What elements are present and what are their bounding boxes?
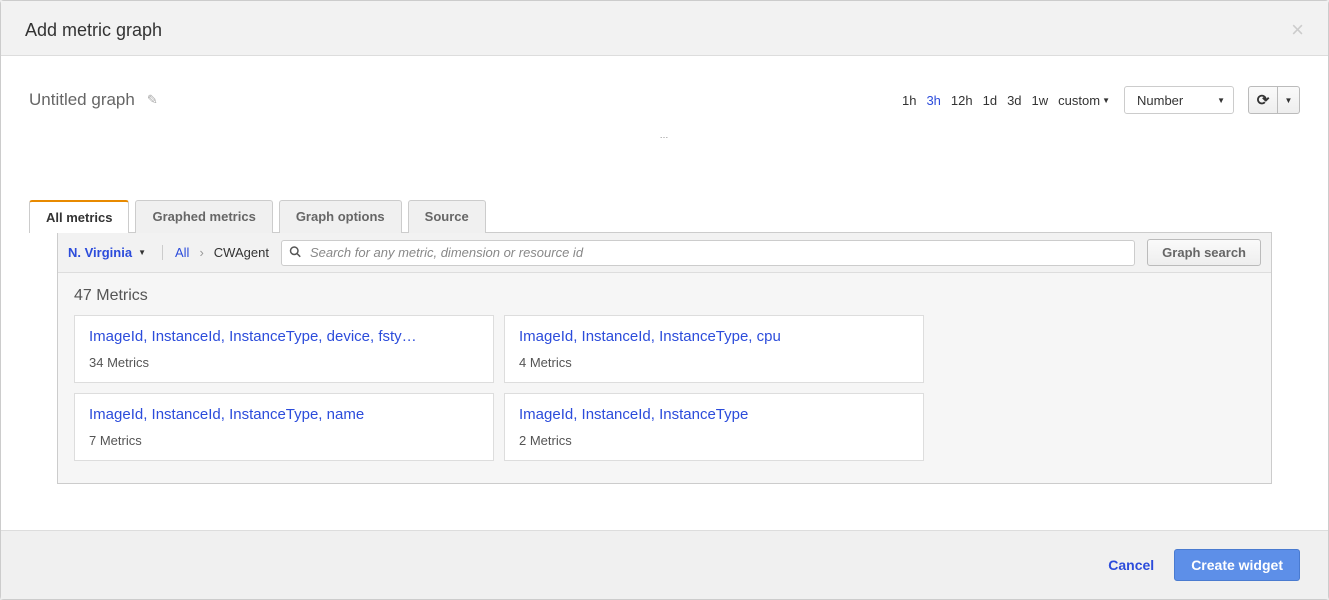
refresh-button-group: ⟳ ▼ (1248, 86, 1300, 114)
metric-card[interactable]: ImageId, InstanceId, InstanceType, cpu 4… (504, 315, 924, 383)
filter-bar: N. Virginia ▼ All › CWAgent Graph (58, 233, 1271, 273)
search-input[interactable] (281, 240, 1135, 266)
search-wrap (281, 240, 1135, 266)
custom-label: custom (1058, 93, 1100, 108)
time-range-1h[interactable]: 1h (902, 93, 916, 108)
resize-handle-icon[interactable]: … (1, 130, 1328, 140)
modal-footer: Cancel Create widget (1, 530, 1328, 599)
graph-title-area: Untitled graph ✎ (29, 90, 158, 110)
graph-title: Untitled graph (29, 90, 135, 110)
metric-card-title: ImageId, InstanceId, InstanceType, name (89, 406, 479, 423)
metric-card-count: 34 Metrics (89, 355, 479, 370)
create-widget-button[interactable]: Create widget (1174, 549, 1300, 581)
chart-type-select[interactable]: Number ▼ (1124, 86, 1234, 114)
pencil-icon[interactable]: ✎ (147, 92, 158, 108)
refresh-button[interactable]: ⟳ (1248, 86, 1278, 114)
tabs-container: All metrics Graphed metrics Graph option… (1, 200, 1328, 484)
refresh-icon: ⟳ (1257, 91, 1270, 109)
graph-header: Untitled graph ✎ 1h 3h 12h 1d 3d 1w cust… (1, 56, 1328, 130)
time-range-1d[interactable]: 1d (983, 93, 997, 108)
breadcrumb: All › CWAgent (175, 245, 269, 260)
chevron-right-icon: › (199, 245, 203, 260)
metric-card-title: ImageId, InstanceId, InstanceType, devic… (89, 328, 479, 345)
metric-cards: ImageId, InstanceId, InstanceType, devic… (74, 315, 1255, 461)
region-label: N. Virginia (68, 245, 132, 260)
time-range-custom[interactable]: custom ▼ (1058, 93, 1110, 108)
modal-title: Add metric graph (25, 20, 162, 41)
tab-all-metrics[interactable]: All metrics (29, 200, 129, 233)
time-ranges: 1h 3h 12h 1d 3d 1w custom ▼ (902, 93, 1110, 108)
tabs: All metrics Graphed metrics Graph option… (29, 200, 1300, 233)
refresh-options-button[interactable]: ▼ (1278, 86, 1300, 114)
metric-card[interactable]: ImageId, InstanceId, InstanceType 2 Metr… (504, 393, 924, 461)
metric-card-title: ImageId, InstanceId, InstanceType, cpu (519, 328, 909, 345)
time-range-3h[interactable]: 3h (926, 93, 940, 108)
metrics-panel: N. Virginia ▼ All › CWAgent Graph (57, 232, 1272, 484)
metric-card-title: ImageId, InstanceId, InstanceType (519, 406, 909, 423)
caret-down-icon: ▼ (1217, 96, 1225, 105)
metric-card[interactable]: ImageId, InstanceId, InstanceType, devic… (74, 315, 494, 383)
breadcrumb-root[interactable]: All (175, 245, 189, 260)
cancel-button[interactable]: Cancel (1108, 557, 1154, 573)
caret-down-icon: ▼ (1102, 96, 1110, 105)
tab-source[interactable]: Source (408, 200, 486, 233)
modal-add-metric-graph: Add metric graph × Untitled graph ✎ 1h 3… (0, 0, 1329, 600)
graph-controls: 1h 3h 12h 1d 3d 1w custom ▼ Number ▼ (902, 86, 1300, 114)
tab-graphed-metrics[interactable]: Graphed metrics (135, 200, 272, 233)
search-icon (289, 245, 301, 260)
chevron-down-icon: ▼ (138, 248, 146, 257)
metric-card-count: 4 Metrics (519, 355, 909, 370)
metrics-count: 47 Metrics (74, 287, 1255, 305)
metrics-body: 47 Metrics ImageId, InstanceId, Instance… (58, 273, 1271, 483)
metric-card-count: 7 Metrics (89, 433, 479, 448)
chart-area: … (1, 130, 1328, 200)
graph-search-button[interactable]: Graph search (1147, 239, 1261, 266)
breadcrumb-current: CWAgent (214, 245, 269, 260)
caret-down-icon: ▼ (1285, 96, 1293, 105)
metric-card[interactable]: ImageId, InstanceId, InstanceType, name … (74, 393, 494, 461)
metric-card-count: 2 Metrics (519, 433, 909, 448)
time-range-1w[interactable]: 1w (1032, 93, 1049, 108)
close-icon[interactable]: × (1291, 19, 1304, 41)
time-range-12h[interactable]: 12h (951, 93, 973, 108)
modal-body: Untitled graph ✎ 1h 3h 12h 1d 3d 1w cust… (1, 56, 1328, 530)
time-range-3d[interactable]: 3d (1007, 93, 1021, 108)
region-select[interactable]: N. Virginia ▼ (68, 245, 163, 260)
tab-graph-options[interactable]: Graph options (279, 200, 402, 233)
chart-type-value: Number (1137, 93, 1183, 108)
modal-header: Add metric graph × (1, 1, 1328, 56)
